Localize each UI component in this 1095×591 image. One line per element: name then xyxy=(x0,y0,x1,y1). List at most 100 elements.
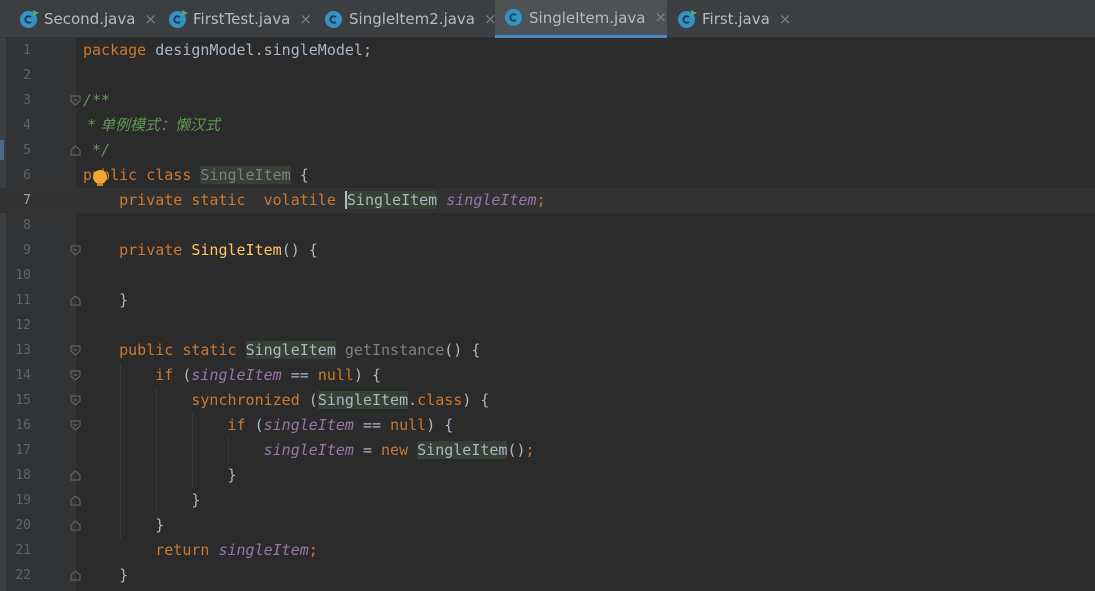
keyword-token: return xyxy=(155,541,210,559)
code-line-current[interactable]: 7 private static volatile SingleItem sin… xyxy=(0,188,1095,213)
fold-minus-icon[interactable] xyxy=(70,95,81,106)
keyword-token: static xyxy=(191,191,246,209)
fold-end-icon[interactable] xyxy=(70,295,81,306)
code-line[interactable]: 19 } xyxy=(0,488,1095,513)
keyword-token: static xyxy=(182,341,237,359)
line-number: 1 xyxy=(23,43,31,58)
code-line[interactable]: 9 private SingleItem() { xyxy=(0,238,1095,263)
tab-firsttest-java[interactable]: FirstTest.java × xyxy=(159,0,315,38)
code-line[interactable]: 10 xyxy=(0,263,1095,288)
fold-minus-icon[interactable] xyxy=(70,420,81,431)
line-number: 13 xyxy=(15,343,31,358)
code-line[interactable]: 20 } xyxy=(0,513,1095,538)
code-line[interactable]: 16 if (singleItem == null) { xyxy=(0,413,1095,438)
java-class-icon xyxy=(325,10,342,28)
runnable-mark-icon xyxy=(33,9,39,16)
code-line[interactable]: 15 synchronized (SingleItem.class) { xyxy=(0,388,1095,413)
tab-singleitem-java[interactable]: SingleItem.java × xyxy=(495,0,667,38)
code-line[interactable]: 11 } xyxy=(0,288,1095,313)
brace: { xyxy=(444,416,454,434)
line-number: 17 xyxy=(15,443,31,458)
tab-label: Second.java xyxy=(44,10,136,28)
fold-end-icon[interactable] xyxy=(70,570,81,581)
tab-second-java[interactable]: Second.java × xyxy=(10,0,159,38)
editor-tab-bar: Second.java × FirstTest.java × SingleIte… xyxy=(0,0,1095,38)
code-line[interactable]: 22 } xyxy=(0,563,1095,588)
doc-comment: * 单例模式：懒汉式 xyxy=(83,116,221,134)
brace: } xyxy=(155,516,165,534)
line-number: 20 xyxy=(15,518,31,533)
code-line[interactable]: 6 public class SingleItem { xyxy=(0,163,1095,188)
java-class-icon xyxy=(505,9,522,26)
line-number: 7 xyxy=(23,193,31,208)
java-class-icon xyxy=(20,9,39,28)
code-line[interactable]: 13 public static SingleItem getInstance(… xyxy=(0,338,1095,363)
tab-label: FirstTest.java xyxy=(193,10,291,28)
line-number: 4 xyxy=(23,118,31,133)
line-number: 5 xyxy=(23,143,31,158)
line-number: 15 xyxy=(15,393,31,408)
code-line[interactable]: 12 xyxy=(0,313,1095,338)
line-number: 14 xyxy=(15,368,31,383)
fold-minus-icon[interactable] xyxy=(70,370,81,381)
close-icon[interactable]: × xyxy=(144,11,157,27)
keyword-token: package xyxy=(83,41,147,59)
line-number: 12 xyxy=(15,318,31,333)
class-name: SingleItem xyxy=(200,166,291,184)
code-line[interactable]: 14 if (singleItem == null) { xyxy=(0,363,1095,388)
runnable-mark-icon xyxy=(691,9,697,16)
code-line[interactable]: 1 package designModel.singleModel; xyxy=(0,38,1095,63)
fold-minus-icon[interactable] xyxy=(70,395,81,406)
java-class-icon xyxy=(169,9,188,28)
code-line[interactable]: 21 return singleItem; xyxy=(0,538,1095,563)
fold-end-icon[interactable] xyxy=(70,495,81,506)
lightbulb-icon[interactable] xyxy=(93,170,107,186)
fold-end-icon[interactable] xyxy=(70,470,81,481)
keyword-token: private xyxy=(119,241,183,259)
runnable-mark-icon xyxy=(182,9,188,16)
code-line[interactable]: 18 } xyxy=(0,463,1095,488)
line-number: 16 xyxy=(15,418,31,433)
close-icon[interactable]: × xyxy=(654,10,667,25)
tab-label: SingleItem2.java xyxy=(349,10,475,28)
code-line[interactable]: 5 */ xyxy=(0,138,1095,163)
fold-minus-icon[interactable] xyxy=(70,245,81,256)
tab-label: SingleItem.java xyxy=(529,8,646,27)
brace: } xyxy=(119,566,129,584)
line-number: 11 xyxy=(15,293,31,308)
fold-end-icon[interactable] xyxy=(70,145,81,156)
keyword-token: if xyxy=(155,366,174,384)
code-line[interactable]: 8 xyxy=(0,213,1095,238)
keyword-token: synchronized xyxy=(191,391,300,409)
line-number: 19 xyxy=(15,493,31,508)
line-number: 21 xyxy=(15,543,31,558)
close-icon[interactable]: × xyxy=(779,11,792,27)
brace: } xyxy=(227,466,237,484)
code-line[interactable]: 4 * 单例模式：懒汉式 xyxy=(0,113,1095,138)
brace: { xyxy=(480,391,490,409)
code-line[interactable]: 3 /** xyxy=(0,88,1095,113)
brace: } xyxy=(119,291,129,309)
field-name: singleItem xyxy=(218,541,309,559)
brace: { xyxy=(471,341,481,359)
code-line[interactable]: 2 xyxy=(0,63,1095,88)
keyword-token: class xyxy=(146,166,192,184)
field-name: singleItem xyxy=(263,441,354,459)
keyword-token: if xyxy=(227,416,246,434)
brace: { xyxy=(372,366,382,384)
tab-singleitem2-java[interactable]: SingleItem2.java × xyxy=(315,0,497,38)
fold-end-icon[interactable] xyxy=(70,520,81,531)
close-icon[interactable]: × xyxy=(299,11,312,27)
java-class-icon xyxy=(678,9,697,28)
field-name: singleItem xyxy=(191,366,282,384)
brace: { xyxy=(299,166,309,184)
type-reference: SingleItem xyxy=(417,441,508,459)
type-reference: SingleItem xyxy=(317,391,409,409)
tab-first-java[interactable]: First.java × xyxy=(668,0,798,38)
line-number: 10 xyxy=(15,268,31,283)
line-number: 9 xyxy=(23,243,31,258)
line-number: 18 xyxy=(15,468,31,483)
fold-minus-icon[interactable] xyxy=(70,345,81,356)
code-line[interactable]: 17 singleItem = new SingleItem(); xyxy=(0,438,1095,463)
keyword-token: class xyxy=(417,391,463,409)
